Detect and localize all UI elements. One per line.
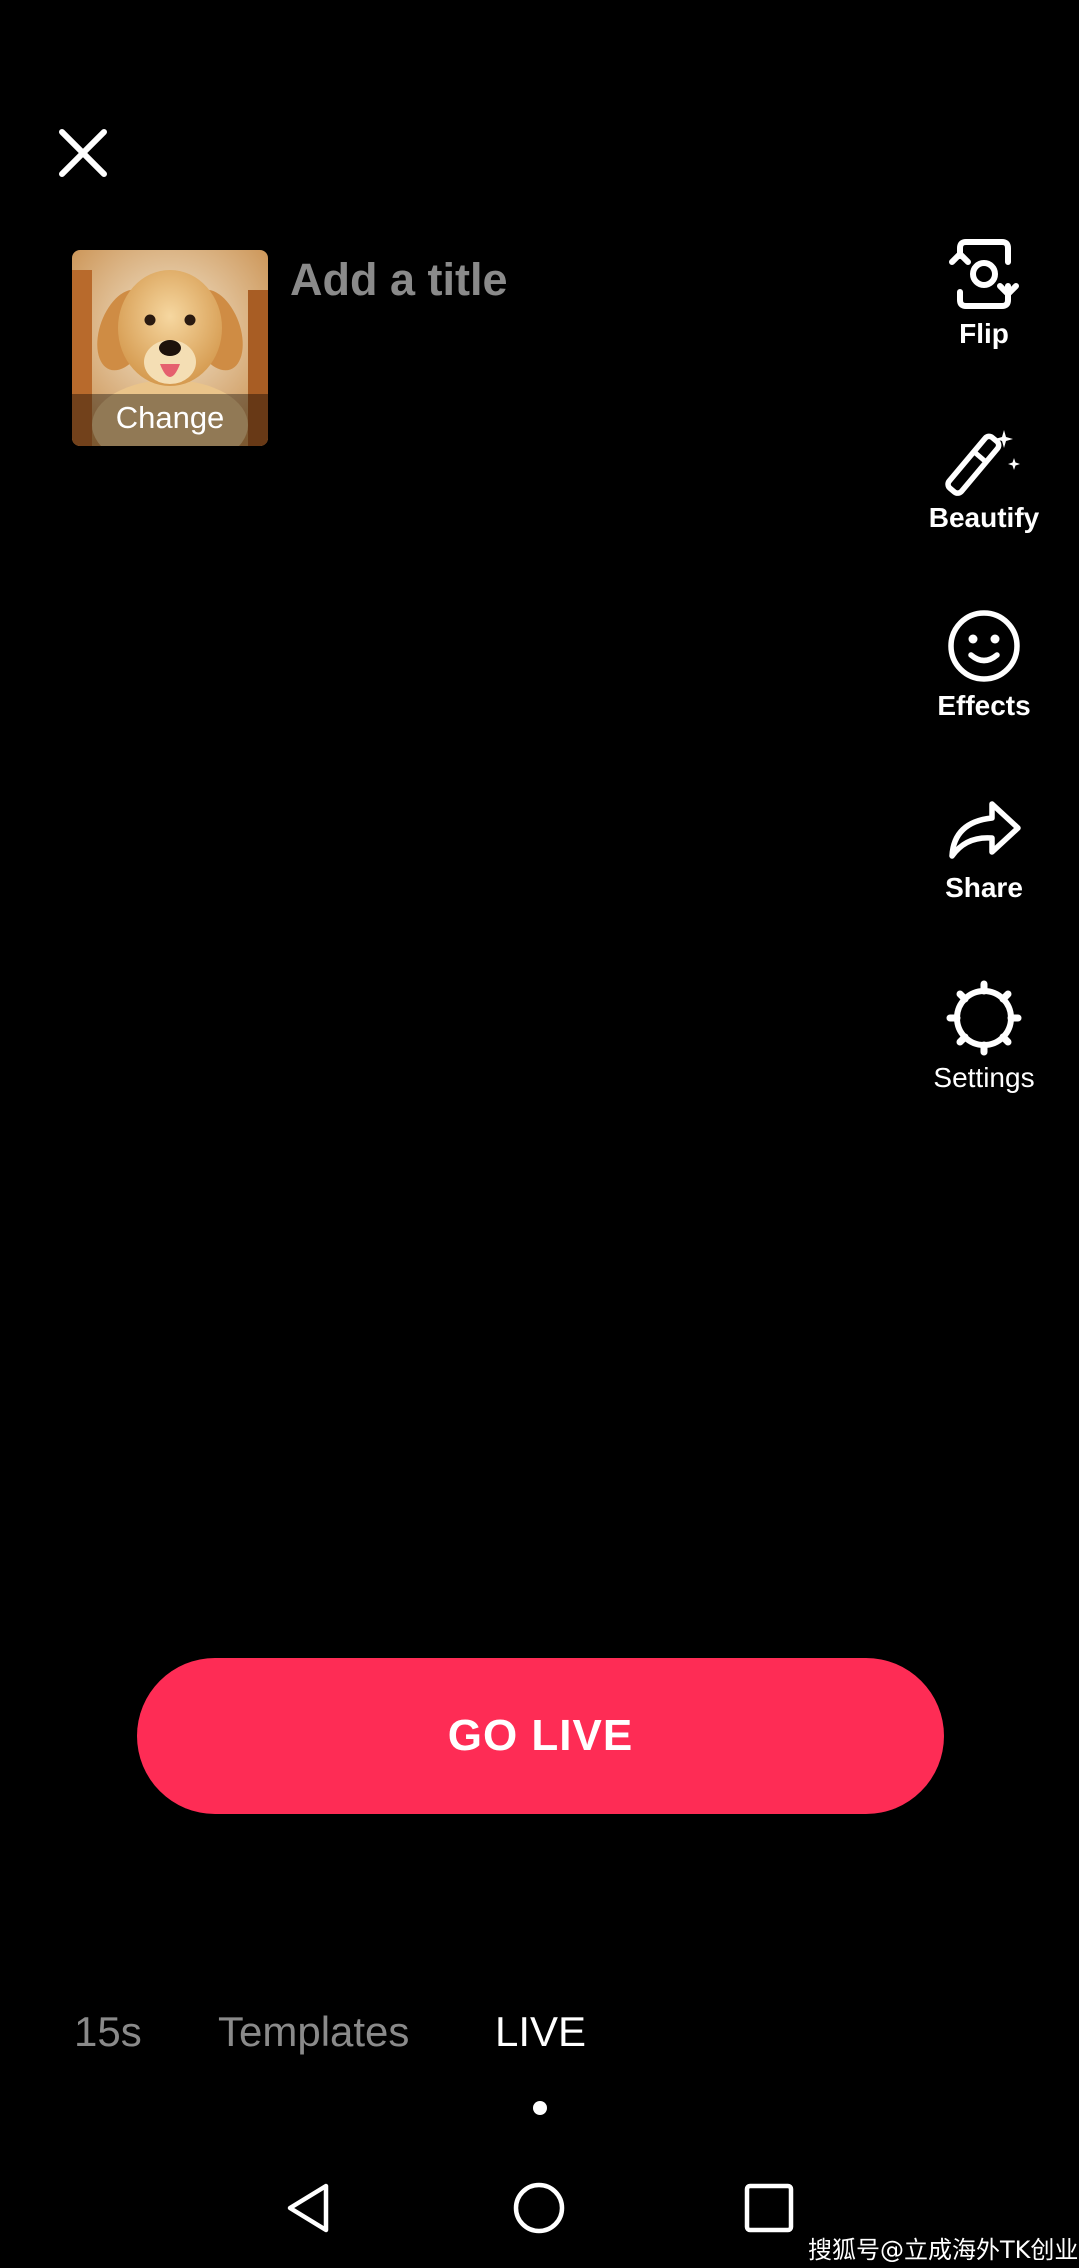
flip-button[interactable]: Flip [910,236,1058,350]
share-arrow-icon [949,801,1021,859]
close-icon [59,129,107,177]
home-icon [513,2182,565,2234]
cover-thumbnail[interactable]: Change [72,250,268,446]
change-cover-label: Change [72,394,268,446]
mode-15s[interactable]: 15s [74,2008,142,2056]
smiley-face-icon [948,610,1020,682]
active-mode-indicator [533,2101,547,2115]
share-label: Share [945,872,1023,903]
flip-label: Flip [959,318,1009,349]
back-icon [287,2183,329,2233]
effects-button[interactable]: Effects [910,608,1058,722]
watermark-text: 搜狐号@立成海外TK创业 [808,2236,1079,2264]
mode-templates[interactable]: Templates [218,2008,409,2056]
settings-button[interactable]: Settings [910,980,1058,1094]
recents-button[interactable] [741,2180,797,2241]
flip-camera-icon [949,239,1019,309]
back-button[interactable] [282,2180,338,2241]
mode-live[interactable]: LIVE [495,2008,586,2056]
go-live-button[interactable]: GO LIVE [137,1658,944,1814]
effects-label: Effects [937,690,1031,721]
title-input[interactable] [290,250,850,310]
recents-icon [744,2183,794,2233]
home-button[interactable] [511,2180,567,2241]
share-button[interactable]: Share [910,796,1058,904]
close-button[interactable] [52,122,114,184]
beautify-button[interactable]: Beautify [910,424,1058,534]
gear-icon [946,980,1022,1056]
settings-label: Settings [933,1062,1035,1093]
beautify-label: Beautify [928,502,1040,533]
magic-wand-icon [945,430,1020,496]
